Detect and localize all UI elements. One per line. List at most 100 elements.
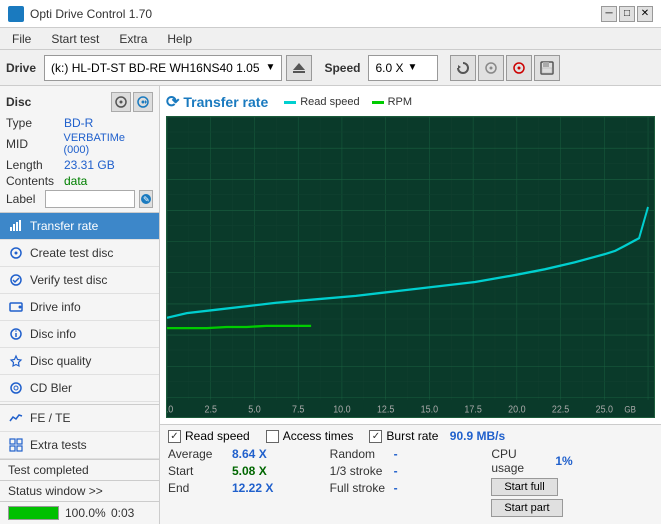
close-button[interactable]: ✕ (637, 6, 653, 22)
checkbox-burst-rate[interactable]: ✓ Burst rate 90.9 MB/s (369, 429, 505, 443)
progress-row: 100.0% 0:03 (0, 501, 159, 524)
start-full-button[interactable]: Start full (491, 478, 557, 496)
nav-item-create-test-disc[interactable]: Create test disc (0, 240, 159, 267)
progress-bar-inner (9, 507, 58, 519)
disc-contents-value: data (64, 174, 87, 188)
disc-icon-btn-2[interactable] (133, 92, 153, 112)
stat-end: End 12.22 X (168, 481, 330, 495)
verify-icon (9, 273, 23, 287)
stroke-1-3-value: - (394, 464, 398, 478)
disc-label-input[interactable] (45, 190, 135, 208)
legend-read-speed: Read speed (284, 96, 359, 108)
nav-item-transfer-rate[interactable]: Transfer rate (0, 213, 159, 240)
disc-icon-btn-1[interactable] (111, 92, 131, 112)
drive-select[interactable]: (k:) HL-DT-ST BD-RE WH16NS40 1.05 ▼ (44, 55, 282, 81)
chart-title-text: Transfer rate (183, 94, 268, 110)
nav-item-fe-te[interactable]: FE / TE (0, 405, 159, 432)
read-speed-checkbox[interactable]: ✓ (168, 430, 181, 443)
eject-button[interactable] (286, 55, 312, 81)
svg-text:✎: ✎ (143, 195, 150, 204)
checkbox-access-times[interactable]: Access times (266, 429, 354, 443)
nav-item-verify-test-disc[interactable]: Verify test disc (0, 267, 159, 294)
end-label: End (168, 481, 228, 495)
nav-item-cd-bler[interactable]: CD Bler (0, 375, 159, 402)
legend-rpm-color (372, 101, 384, 104)
drive-icon (9, 300, 23, 314)
titlebar: Opti Drive Control 1.70 ─ □ ✕ (0, 0, 661, 28)
content-area: ⟳ Transfer rate Read speed RPM (160, 86, 661, 524)
disc-type-label: Type (6, 116, 64, 130)
svg-text:5.0: 5.0 (248, 404, 261, 416)
read-speed-cb-label: Read speed (185, 429, 250, 443)
chart-title-icon: ⟳ (166, 92, 179, 112)
speed-select[interactable]: 6.0 X ▼ (368, 55, 438, 81)
speed-value: 6.0 X (375, 61, 403, 75)
nav-item-disc-quality[interactable]: Disc quality (0, 348, 159, 375)
minimize-button[interactable]: ─ (601, 6, 617, 22)
nav-verify-test-disc-label: Verify test disc (30, 273, 107, 287)
disc-mid-row: MID VERBATIMe (000) (6, 132, 153, 156)
chart-legend: Read speed RPM (284, 96, 412, 108)
nav-item-extra-tests[interactable]: Extra tests (0, 432, 159, 459)
disc-quality-icon (8, 353, 24, 369)
progress-time: 0:03 (111, 506, 151, 520)
status-window-button[interactable]: Status window >> (8, 484, 151, 498)
toolbar: Drive (k:) HL-DT-ST BD-RE WH16NS40 1.05 … (0, 50, 661, 86)
transfer-rate-icon (8, 218, 24, 234)
burst-check-mark: ✓ (372, 431, 380, 442)
access-times-checkbox[interactable] (266, 430, 279, 443)
disc-mid-value: VERBATIMe (000) (64, 132, 154, 156)
save-icon (540, 61, 554, 75)
random-label: Random (330, 447, 390, 461)
speed-label: Speed (324, 61, 360, 75)
disc-icons (111, 92, 153, 112)
checkbox-read-speed[interactable]: ✓ Read speed (168, 429, 250, 443)
stats-rows: Average 8.64 X Start 5.08 X End 12.22 X (168, 447, 653, 520)
menu-file[interactable]: File (4, 30, 39, 48)
burn-button[interactable] (478, 55, 504, 81)
info-disc-icon (9, 327, 23, 341)
fe-te-chart-icon (9, 411, 23, 425)
legend-read-speed-label: Read speed (300, 96, 359, 108)
svg-text:22.5: 22.5 (552, 404, 569, 416)
media-button[interactable] (506, 55, 532, 81)
disc-type-value: BD-R (64, 116, 93, 130)
nav-disc-info-label: Disc info (30, 327, 76, 341)
burst-rate-checkbox[interactable]: ✓ (369, 430, 382, 443)
disc-length-row: Length 23.31 GB (6, 158, 153, 172)
extra-tests-icon (8, 437, 24, 453)
nav-item-drive-info[interactable]: Drive info (0, 294, 159, 321)
disc-contents-row: Contents data (6, 174, 153, 188)
chart-svg: 18 X 16 X 14 X 12 X 10 X 8 X 6 X 4 X 2 X… (166, 116, 655, 418)
disc-label-btn[interactable]: ✎ (139, 190, 153, 208)
maximize-button[interactable]: □ (619, 6, 635, 22)
nav-create-test-disc-label: Create test disc (30, 246, 113, 260)
cpu-value: 1% (555, 454, 572, 468)
save-button[interactable] (534, 55, 560, 81)
svg-text:2.5: 2.5 (205, 404, 217, 416)
start-part-button[interactable]: Start part (491, 499, 562, 517)
menubar: File Start test Extra Help (0, 28, 661, 50)
svg-text:10.0: 10.0 (333, 404, 351, 416)
refresh-button[interactable] (450, 55, 476, 81)
nav-item-disc-info[interactable]: Disc info (0, 321, 159, 348)
quality-icon (9, 354, 23, 368)
legend-rpm-label: RPM (388, 96, 412, 108)
full-stroke-value: - (394, 481, 398, 495)
disc-arrow-icon (137, 96, 149, 108)
app-title: Opti Drive Control 1.70 (30, 7, 152, 21)
menu-help[interactable]: Help (159, 30, 200, 48)
drive-value: (k:) HL-DT-ST BD-RE WH16NS40 1.05 (51, 61, 260, 75)
fe-te-icon (8, 410, 24, 426)
menu-extra[interactable]: Extra (111, 30, 155, 48)
legend-read-speed-color (284, 101, 296, 104)
svg-text:0.0: 0.0 (166, 404, 174, 416)
stats-col-3: CPU usage 1% Start full Start part (491, 447, 653, 520)
svg-text:17.5: 17.5 (464, 404, 481, 416)
svg-text:12.5: 12.5 (377, 404, 394, 416)
menu-start-test[interactable]: Start test (43, 30, 107, 48)
end-value: 12.22 X (232, 481, 273, 495)
sidebar: Disc (0, 86, 160, 524)
status-text: Test completed (0, 460, 159, 480)
disc-length-label: Length (6, 158, 64, 172)
